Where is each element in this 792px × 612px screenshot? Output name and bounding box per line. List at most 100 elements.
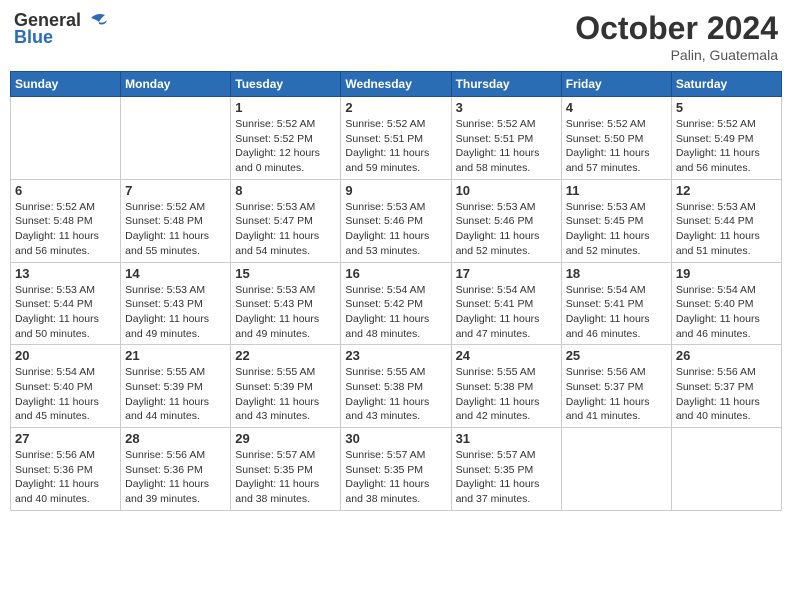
day-info: Sunrise: 5:52 AMSunset: 5:51 PMDaylight:… [456,117,557,176]
table-row: 7 Sunrise: 5:52 AMSunset: 5:48 PMDaylight… [121,179,231,262]
table-row: 18Sunrise: 5:54 AMSunset: 5:41 PMDayligh… [561,262,671,345]
calendar-week-row: 6Sunrise: 5:52 AMSunset: 5:48 PMDaylight… [11,179,782,262]
day-number: 14 [125,266,226,281]
day-info: Sunrise: 5:56 AMSunset: 5:37 PMDaylight:… [676,365,777,424]
day-info: Sunrise: 5:53 AMSunset: 5:43 PMDaylight:… [235,283,336,342]
location: Palin, Guatemala [575,47,778,63]
day-info: Sunrise: 5:54 AMSunset: 5:40 PMDaylight:… [676,283,777,342]
calendar-week-row: 1 Sunrise: 5:52 AMSunset: 5:52 PMDaylight… [11,97,782,180]
table-row: 17Sunrise: 5:54 AMSunset: 5:41 PMDayligh… [451,262,561,345]
day-info: Sunrise: 5:52 AMSunset: 5:52 PMDaylight:… [235,117,336,176]
table-row: 1 Sunrise: 5:52 AMSunset: 5:52 PMDaylight… [231,97,341,180]
page-header: General Blue October 2024 Palin, Guatema… [10,10,782,63]
table-row: 22Sunrise: 5:55 AMSunset: 5:39 PMDayligh… [231,345,341,428]
table-row: 24Sunrise: 5:55 AMSunset: 5:38 PMDayligh… [451,345,561,428]
day-number: 26 [676,348,777,363]
day-number: 12 [676,183,777,198]
day-info: Sunrise: 5:52 AMSunset: 5:48 PMDaylight:… [15,200,116,259]
day-number: 25 [566,348,667,363]
day-number: 20 [15,348,116,363]
header-saturday: Saturday [671,72,781,97]
day-number: 15 [235,266,336,281]
table-row: 5 Sunrise: 5:52 AMSunset: 5:49 PMDaylight… [671,97,781,180]
day-info: Sunrise: 5:55 AMSunset: 5:38 PMDaylight:… [345,365,446,424]
table-row: 19 Sunrise: 5:54 AMSunset: 5:40 PMDayligh… [671,262,781,345]
calendar-table: Sunday Monday Tuesday Wednesday Thursday… [10,71,782,511]
day-info: Sunrise: 5:57 AMSunset: 5:35 PMDaylight:… [456,448,557,507]
day-info: Sunrise: 5:52 AMSunset: 5:50 PMDaylight:… [566,117,667,176]
table-row: 9Sunrise: 5:53 AMSunset: 5:46 PMDaylight… [341,179,451,262]
day-number: 21 [125,348,226,363]
header-wednesday: Wednesday [341,72,451,97]
day-number: 8 [235,183,336,198]
table-row: 30 Sunrise: 5:57 AMSunset: 5:35 PMDayligh… [341,428,451,511]
day-info: Sunrise: 5:56 AMSunset: 5:37 PMDaylight:… [566,365,667,424]
table-row: 13 Sunrise: 5:53 AMSunset: 5:44 PMDayligh… [11,262,121,345]
day-info: Sunrise: 5:56 AMSunset: 5:36 PMDaylight:… [15,448,116,507]
day-info: Sunrise: 5:54 AMSunset: 5:41 PMDaylight:… [566,283,667,342]
month-title: October 2024 [575,10,778,47]
header-sunday: Sunday [11,72,121,97]
day-number: 7 [125,183,226,198]
day-info: Sunrise: 5:53 AMSunset: 5:46 PMDaylight:… [456,200,557,259]
day-number: 28 [125,431,226,446]
table-row: 27Sunrise: 5:56 AMSunset: 5:36 PMDayligh… [11,428,121,511]
logo: General Blue [14,10,109,48]
day-number: 30 [345,431,446,446]
day-number: 11 [566,183,667,198]
day-number: 19 [676,266,777,281]
table-row: 16Sunrise: 5:54 AMSunset: 5:42 PMDayligh… [341,262,451,345]
day-number: 5 [676,100,777,115]
table-row: 4Sunrise: 5:52 AMSunset: 5:50 PMDaylight… [561,97,671,180]
table-row: 15 Sunrise: 5:53 AMSunset: 5:43 PMDayligh… [231,262,341,345]
day-info: Sunrise: 5:57 AMSunset: 5:35 PMDaylight:… [235,448,336,507]
day-info: Sunrise: 5:54 AMSunset: 5:40 PMDaylight:… [15,365,116,424]
calendar-header-row: Sunday Monday Tuesday Wednesday Thursday… [11,72,782,97]
table-row: 10 Sunrise: 5:53 AMSunset: 5:46 PMDayligh… [451,179,561,262]
header-friday: Friday [561,72,671,97]
day-info: Sunrise: 5:54 AMSunset: 5:41 PMDaylight:… [456,283,557,342]
day-info: Sunrise: 5:53 AMSunset: 5:45 PMDaylight:… [566,200,667,259]
day-number: 1 [235,100,336,115]
table-row: 11 Sunrise: 5:53 AMSunset: 5:45 PMDayligh… [561,179,671,262]
table-row [121,97,231,180]
day-number: 22 [235,348,336,363]
day-info: Sunrise: 5:53 AMSunset: 5:43 PMDaylight:… [125,283,226,342]
day-number: 31 [456,431,557,446]
day-info: Sunrise: 5:52 AMSunset: 5:48 PMDaylight:… [125,200,226,259]
table-row [11,97,121,180]
day-info: Sunrise: 5:55 AMSunset: 5:38 PMDaylight:… [456,365,557,424]
logo-blue: Blue [14,28,109,48]
day-info: Sunrise: 5:57 AMSunset: 5:35 PMDaylight:… [345,448,446,507]
day-info: Sunrise: 5:52 AMSunset: 5:49 PMDaylight:… [676,117,777,176]
table-row [671,428,781,511]
day-number: 10 [456,183,557,198]
day-info: Sunrise: 5:55 AMSunset: 5:39 PMDaylight:… [125,365,226,424]
header-tuesday: Tuesday [231,72,341,97]
table-row: 14 Sunrise: 5:53 AMSunset: 5:43 PMDayligh… [121,262,231,345]
table-row: 21 Sunrise: 5:55 AMSunset: 5:39 PMDayligh… [121,345,231,428]
table-row: 25 Sunrise: 5:56 AMSunset: 5:37 PMDayligh… [561,345,671,428]
day-info: Sunrise: 5:53 AMSunset: 5:47 PMDaylight:… [235,200,336,259]
day-info: Sunrise: 5:56 AMSunset: 5:36 PMDaylight:… [125,448,226,507]
table-row: 8 Sunrise: 5:53 AMSunset: 5:47 PMDaylight… [231,179,341,262]
day-info: Sunrise: 5:53 AMSunset: 5:44 PMDaylight:… [15,283,116,342]
header-monday: Monday [121,72,231,97]
table-row: 23 Sunrise: 5:55 AMSunset: 5:38 PMDayligh… [341,345,451,428]
day-number: 2 [345,100,446,115]
title-section: October 2024 Palin, Guatemala [575,10,778,63]
calendar-week-row: 27Sunrise: 5:56 AMSunset: 5:36 PMDayligh… [11,428,782,511]
table-row: 31 Sunrise: 5:57 AMSunset: 5:35 PMDayligh… [451,428,561,511]
day-number: 16 [345,266,446,281]
table-row: 20 Sunrise: 5:54 AMSunset: 5:40 PMDayligh… [11,345,121,428]
day-number: 9 [345,183,446,198]
table-row: 12 Sunrise: 5:53 AMSunset: 5:44 PMDayligh… [671,179,781,262]
day-number: 29 [235,431,336,446]
day-number: 23 [345,348,446,363]
table-row: 3 Sunrise: 5:52 AMSunset: 5:51 PMDaylight… [451,97,561,180]
day-number: 13 [15,266,116,281]
day-info: Sunrise: 5:53 AMSunset: 5:44 PMDaylight:… [676,200,777,259]
table-row: 28 Sunrise: 5:56 AMSunset: 5:36 PMDayligh… [121,428,231,511]
day-number: 3 [456,100,557,115]
table-row [561,428,671,511]
